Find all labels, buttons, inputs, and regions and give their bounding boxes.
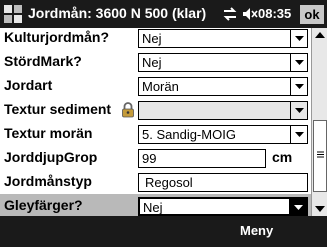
scroll-up-arrow-icon[interactable] (312, 28, 327, 42)
select-value: Nej (142, 31, 162, 46)
jorddjupgrop-input[interactable]: 99 (138, 149, 266, 168)
grip-icon (317, 151, 324, 158)
field-label: Gleyfärger? (4, 197, 83, 213)
chevron-down-icon (295, 132, 304, 137)
scroll-down-arrow-icon[interactable] (312, 202, 327, 216)
scrollbar-thumb[interactable] (313, 120, 327, 192)
field-row-textur-moran: Textur morän 5. Sandig-MOIG (0, 122, 311, 146)
field-row-textur-sediment: Textur sediment (0, 98, 311, 122)
windows-start-icon[interactable] (3, 4, 23, 24)
form-content: Kulturjordmån? Nej StördMark? Nej Jordar… (0, 28, 311, 216)
dropdown-button[interactable] (289, 199, 306, 214)
field-row-stordmark: StördMark? Nej (0, 50, 311, 74)
select-value: Nej (142, 55, 162, 70)
dropdown-button[interactable] (290, 78, 307, 95)
volume-muted-icon[interactable] (242, 6, 258, 22)
chevron-down-icon (295, 84, 304, 89)
chevron-down-icon (295, 60, 304, 65)
vertical-scrollbar[interactable] (311, 28, 327, 216)
field-label: Jordmånstyp (4, 173, 92, 189)
ok-button[interactable]: ok (300, 5, 324, 24)
clock[interactable]: 08:35 (258, 6, 291, 21)
field-row-kulturjordman: Kulturjordmån? Nej (0, 28, 311, 50)
textur-moran-select[interactable]: 5. Sandig-MOIG (138, 125, 308, 144)
field-label: Textur sediment (4, 101, 112, 117)
field-label: Jordart (4, 77, 53, 93)
field-label: Kulturjordmån? (4, 29, 109, 45)
menu-softkey[interactable]: Meny (240, 223, 273, 238)
dropdown-button[interactable] (290, 54, 307, 71)
field-label: JorddjupGrop (4, 149, 98, 165)
field-label: Textur morän (4, 125, 93, 141)
field-row-gleyfarger: Gleyfärger? Nej (0, 194, 311, 216)
stordmark-select[interactable]: Nej (138, 53, 308, 72)
unit-label: cm (272, 149, 293, 165)
lock-icon (122, 102, 134, 118)
field-value: Regosol (145, 175, 193, 190)
chevron-down-icon (295, 36, 304, 41)
jordmanstyp-field[interactable]: Regosol (138, 173, 308, 192)
select-value: Nej (143, 200, 163, 215)
input-value: 99 (142, 151, 157, 166)
connectivity-icon[interactable] (222, 6, 238, 22)
jordart-select[interactable]: Morän (138, 77, 308, 96)
chevron-down-icon (294, 205, 303, 210)
gleyfarger-select[interactable]: Nej (138, 197, 308, 216)
field-row-jordmanstyp: Jordmånstyp Regosol (0, 170, 311, 194)
textur-sediment-select (138, 101, 308, 120)
field-row-jorddjupgrop: JorddjupGrop 99 cm (0, 146, 311, 170)
field-row-jordart: Jordart Morän (0, 74, 311, 98)
select-value: Morän (142, 79, 179, 94)
kulturjordman-select[interactable]: Nej (138, 29, 308, 48)
dropdown-button (290, 102, 307, 119)
field-label: StördMark? (4, 53, 82, 69)
dropdown-button[interactable] (290, 126, 307, 143)
select-value: 5. Sandig-MOIG (142, 127, 236, 142)
chevron-down-icon (295, 108, 304, 113)
dropdown-button[interactable] (290, 30, 307, 47)
window-title: Jordmån: 3600 N 500 (klar) (28, 5, 207, 21)
menu-bar: Meny (0, 216, 327, 247)
title-bar: Jordmån: 3600 N 500 (klar) 08:35 ok (0, 0, 327, 28)
